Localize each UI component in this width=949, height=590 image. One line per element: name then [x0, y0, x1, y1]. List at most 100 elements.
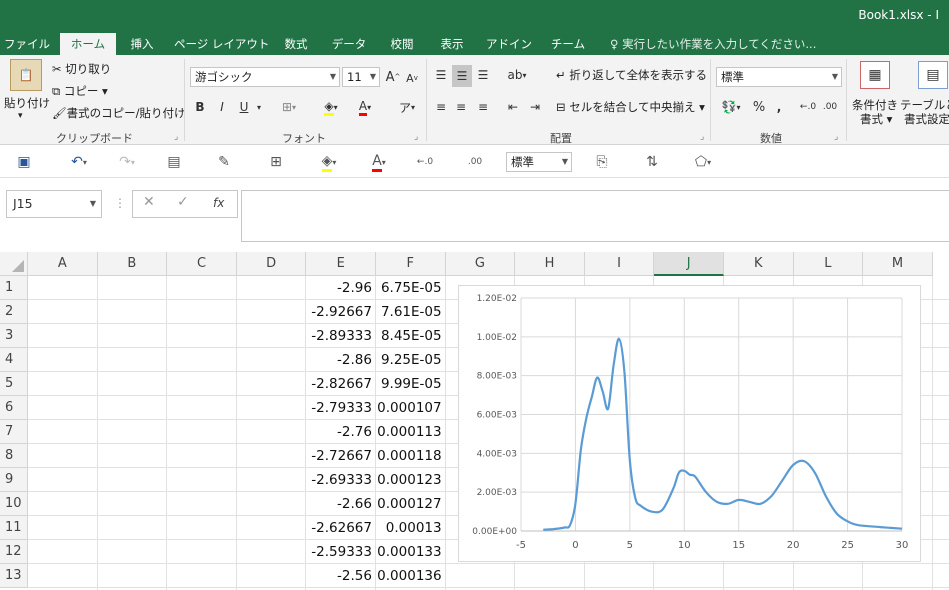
row-header[interactable]: 1 — [0, 276, 28, 300]
cell-f[interactable]: 0.00013 — [376, 516, 446, 540]
shapes-button[interactable]: ⬠ ▾ — [686, 152, 720, 172]
formula-input[interactable] — [241, 190, 949, 242]
shrink-font-button[interactable]: Av — [404, 69, 420, 87]
column-header-f[interactable]: F — [376, 252, 446, 276]
quick-number-format-select[interactable]: 標準 ▼ — [506, 152, 572, 172]
italic-button[interactable]: I — [214, 97, 230, 117]
row-header[interactable]: 13 — [0, 564, 28, 588]
align-left-button[interactable]: ≡ — [432, 97, 450, 117]
cell-f[interactable]: 8.45E-05 — [376, 324, 446, 348]
tab-team[interactable]: チーム — [546, 33, 590, 55]
tab-page-layout[interactable]: ページ レイアウト — [174, 33, 269, 55]
row-header[interactable]: 5 — [0, 372, 28, 396]
align-middle-button[interactable]: ☰ — [452, 65, 472, 87]
redo-button[interactable]: ↷ ▾ — [110, 152, 144, 172]
insert-function-icon[interactable]: fx — [213, 196, 224, 210]
decrease-indent-button[interactable]: ⇤ — [504, 97, 522, 117]
decrease-decimal-quick-icon[interactable]: .00 — [464, 152, 486, 172]
cell-e[interactable]: -2.96 — [306, 276, 376, 300]
paste-special-icon[interactable]: ⎘ — [592, 152, 612, 172]
sort-icon[interactable]: ⇅ — [642, 152, 662, 172]
select-all-button[interactable] — [0, 252, 28, 276]
name-box[interactable]: J15 ▼ — [6, 190, 102, 218]
cell-f[interactable]: 0.000136 — [376, 564, 446, 588]
font-name-select[interactable]: 游ゴシック ▼ — [190, 67, 340, 87]
column-header-i[interactable]: I — [584, 252, 655, 276]
phonetic-button[interactable]: ア ▾ — [392, 97, 422, 117]
tab-formulas[interactable]: 数式 — [278, 33, 314, 55]
row-header[interactable]: 2 — [0, 300, 28, 324]
accounting-format-button[interactable]: 💱 ▾ — [716, 97, 746, 117]
align-top-button[interactable]: ☰ — [432, 65, 450, 85]
series-line[interactable] — [543, 337, 903, 531]
column-header-g[interactable]: G — [445, 252, 516, 276]
copy-button[interactable]: ⧉ コピー ▾ — [52, 83, 108, 99]
cell-f[interactable]: 6.75E-05 — [376, 276, 446, 300]
row-header[interactable]: 9 — [0, 468, 28, 492]
tab-addins[interactable]: アドイン — [484, 33, 534, 55]
cell-f[interactable]: 9.99E-05 — [376, 372, 446, 396]
borders-icon[interactable]: ⊞ — [266, 152, 286, 172]
cell-e[interactable]: -2.82667 — [306, 372, 376, 396]
paste-icon[interactable]: 📋 — [10, 59, 42, 91]
tell-me-box[interactable]: ♀ 実行したい作業を入力してください... — [610, 33, 816, 55]
column-header-c[interactable]: C — [167, 252, 237, 276]
cell-f[interactable]: 0.000113 — [376, 420, 446, 444]
cell-e[interactable]: -2.72667 — [306, 444, 376, 468]
column-header-j[interactable]: J — [654, 252, 724, 276]
column-header-a[interactable]: A — [28, 252, 98, 276]
column-header-d[interactable]: D — [236, 252, 307, 276]
row-header[interactable]: 8 — [0, 444, 28, 468]
font-dialog-launcher-icon[interactable]: ⌟ — [414, 132, 418, 142]
row-header[interactable]: 10 — [0, 492, 28, 516]
cell-e[interactable]: -2.76 — [306, 420, 376, 444]
cell-e[interactable]: -2.79333 — [306, 396, 376, 420]
increase-decimal-quick-icon[interactable]: ←.0 — [414, 152, 436, 172]
bold-button[interactable]: B — [192, 97, 208, 117]
cell-e[interactable]: -2.86 — [306, 348, 376, 372]
cell-e[interactable]: -2.89333 — [306, 324, 376, 348]
grow-font-button[interactable]: A ^ — [384, 67, 402, 87]
row-header[interactable]: 12 — [0, 540, 28, 564]
increase-indent-button[interactable]: ⇥ — [526, 97, 544, 117]
splitter-dots-icon[interactable]: ⋮ — [114, 196, 126, 210]
column-header-m[interactable]: M — [863, 252, 933, 276]
cell-f[interactable]: 9.25E-05 — [376, 348, 446, 372]
conditional-format-icon[interactable]: ▦ — [860, 61, 890, 89]
tab-data[interactable]: データ — [328, 33, 370, 55]
paste-button[interactable]: 貼り付け — [4, 95, 50, 111]
column-header-b[interactable]: B — [97, 252, 168, 276]
tab-home[interactable]: ホーム — [60, 33, 116, 55]
underline-button[interactable]: U — [236, 97, 252, 117]
tab-view[interactable]: 表示 — [434, 33, 470, 55]
save-icon[interactable]: ▣ — [14, 152, 34, 172]
cell-f[interactable]: 0.000123 — [376, 468, 446, 492]
borders-button[interactable]: ⊞ ▾ — [276, 97, 302, 117]
cell-f[interactable]: 0.000127 — [376, 492, 446, 516]
align-right-button[interactable]: ≡ — [474, 97, 492, 117]
cell-f[interactable]: 0.000133 — [376, 540, 446, 564]
row-header[interactable]: 11 — [0, 516, 28, 540]
align-center-button[interactable]: ≡ — [452, 97, 470, 117]
alignment-dialog-launcher-icon[interactable]: ⌟ — [700, 132, 704, 142]
row-header[interactable]: 7 — [0, 420, 28, 444]
paste-dropdown-icon[interactable]: ▾ — [18, 111, 23, 121]
fill-color-button[interactable]: ◈ ▾ — [316, 97, 346, 117]
cell-e[interactable]: -2.62667 — [306, 516, 376, 540]
cancel-icon[interactable]: ✕ — [143, 194, 155, 210]
column-header-h[interactable]: H — [515, 252, 585, 276]
column-header-l[interactable]: L — [793, 252, 864, 276]
line-chart[interactable]: 0.00E+00 2.00E-03 4.00E-03 6.00E-03 8.00E-03… — [458, 285, 921, 562]
cell-e[interactable]: -2.56 — [306, 564, 376, 588]
column-header-k[interactable]: K — [724, 252, 794, 276]
orientation-button[interactable]: ab ▾ — [502, 65, 532, 85]
cell-e[interactable]: -2.92667 — [306, 300, 376, 324]
cell-e[interactable]: -2.69333 — [306, 468, 376, 492]
tab-file[interactable]: ファイル — [4, 33, 50, 55]
format-painter-button[interactable]: 🖌書式のコピー/貼り付け — [52, 105, 185, 121]
undo-button[interactable]: ↶ ▾ — [62, 152, 96, 172]
merge-center-button[interactable]: ⊟ セルを結合して中央揃え ▾ — [556, 99, 705, 115]
number-dialog-launcher-icon[interactable]: ⌟ — [834, 132, 838, 142]
cell-f[interactable]: 0.000118 — [376, 444, 446, 468]
wrap-text-button[interactable]: ↵ 折り返して全体を表示する — [556, 67, 707, 83]
